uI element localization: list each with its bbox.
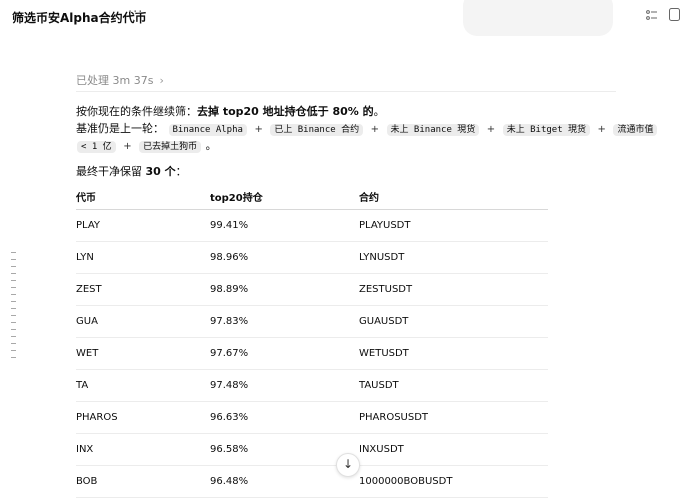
column-header-token: 代币 — [76, 183, 210, 210]
table-row: PHAROS 96.63% PHAROSUSDT — [76, 401, 548, 434]
filter-condition: 去掉 top20 地址持仓低于 80% 的 — [197, 105, 374, 118]
cell-contract: TAUSDT — [359, 369, 548, 402]
cell-token: BOB — [76, 465, 210, 498]
cell-token: PHAROS — [76, 401, 210, 434]
plus-sign: + — [370, 124, 380, 135]
table-row: INX 96.58% INXUSDT — [76, 433, 548, 466]
cell-top20: 97.83% — [210, 305, 359, 338]
cell-token: WET — [76, 337, 210, 370]
cell-top20: 96.63% — [210, 401, 359, 434]
result-count: 30 个 — [145, 165, 176, 178]
cell-contract: PLAYUSDT — [359, 209, 548, 242]
plus-sign: + — [597, 124, 606, 135]
filter-paragraph: 按你现在的条件继续筛：去掉 top20 地址持仓低于 80% 的。 — [76, 103, 385, 119]
previous-user-message-bubble — [463, 0, 613, 36]
criterion-chip: 未上 Bitget 現货 — [502, 124, 591, 136]
column-header-contract: 合约 — [359, 183, 548, 210]
cell-token: INX — [76, 433, 210, 466]
filter-prefix: 按你现在的条件继续筛： — [76, 105, 197, 118]
processed-toggle[interactable]: 已处理 3m 37s › — [76, 72, 164, 88]
table-row: TA 97.48% TAUSDT — [76, 369, 548, 402]
cell-top20: 99.41% — [210, 209, 359, 242]
cell-contract: WETUSDT — [359, 337, 548, 370]
cell-contract: 1000000BOBUSDT — [359, 465, 548, 498]
table-row: LYN 98.96% LYNUSDT — [76, 241, 548, 274]
cell-contract: LYNUSDT — [359, 241, 548, 274]
filter-suffix: 。 — [373, 105, 385, 118]
column-header-top20: top20持仓 — [210, 183, 359, 210]
baseline-end: 。 — [205, 139, 217, 152]
more-options-icon[interactable]: ··· — [128, 5, 143, 20]
cell-contract: PHAROSUSDT — [359, 401, 548, 434]
arrow-down-icon: ↓ — [342, 457, 354, 471]
panel-icon[interactable] — [669, 8, 680, 21]
cell-token: LYN — [76, 241, 210, 274]
table-row: GUA 97.83% GUAUSDT — [76, 305, 548, 338]
cell-token: TA — [76, 369, 210, 402]
plus-sign: + — [486, 124, 496, 135]
cell-top20: 98.96% — [210, 241, 359, 274]
criterion-chip: Binance Alpha — [168, 124, 247, 136]
criterion-chip: 未上 Binance 現货 — [386, 124, 480, 136]
cell-contract: GUAUSDT — [359, 305, 548, 338]
token-table: 代币 top20持仓 合约 PLAY 99.41% PLAYUSDT LYN 9… — [76, 183, 548, 498]
top-bar: 筛选币安Alpha合约代币 ··· — [0, 0, 680, 36]
table-row: BOB 96.48% 1000000BOBUSDT — [76, 465, 548, 498]
table-row: PLAY 99.41% PLAYUSDT — [76, 209, 548, 242]
processed-label: 已处理 3m 37s — [76, 74, 154, 87]
table-row: ZEST 98.89% ZESTUSDT — [76, 273, 548, 306]
cell-top20: 98.89% — [210, 273, 359, 306]
baseline-line-continued: < 1 亿 + 已去掉土狗币 。 — [76, 137, 217, 153]
table-header-row: 代币 top20持仓 合约 — [76, 183, 548, 210]
baseline-prefix: 基准仍是上一轮： — [76, 122, 164, 135]
baseline-line: 基准仍是上一轮： Binance Alpha + 已上 Binance 合约 +… — [76, 120, 658, 136]
criterion-chip: 已上 Binance 合约 — [270, 124, 364, 136]
conversation-title[interactable]: 筛选币安Alpha合约代币 — [12, 9, 147, 26]
cell-top20: 97.48% — [210, 369, 359, 402]
plus-sign: + — [254, 124, 263, 135]
plus-sign: + — [123, 141, 132, 152]
cell-token: ZEST — [76, 273, 210, 306]
scroll-to-bottom-button[interactable]: ↓ — [336, 453, 360, 477]
cell-token: PLAY — [76, 209, 210, 242]
criterion-chip: 流通市值 — [613, 124, 658, 136]
cell-top20: 97.67% — [210, 337, 359, 370]
chevron-right-icon: › — [159, 74, 164, 87]
list-settings-icon[interactable] — [646, 9, 658, 21]
cell-token: GUA — [76, 305, 210, 338]
result-suffix: ： — [175, 165, 187, 178]
cell-contract: INXUSDT — [359, 433, 548, 466]
criterion-chip: < 1 亿 — [77, 141, 116, 153]
divider — [76, 91, 616, 92]
table-row: WET 97.67% WETUSDT — [76, 337, 548, 370]
message-scroll-markers[interactable] — [11, 252, 16, 360]
cell-contract: ZESTUSDT — [359, 273, 548, 306]
result-summary: 最终干净保留 30 个： — [76, 163, 187, 179]
criterion-chip: 已去掉土狗币 — [139, 141, 202, 153]
result-prefix: 最终干净保留 — [76, 165, 146, 178]
